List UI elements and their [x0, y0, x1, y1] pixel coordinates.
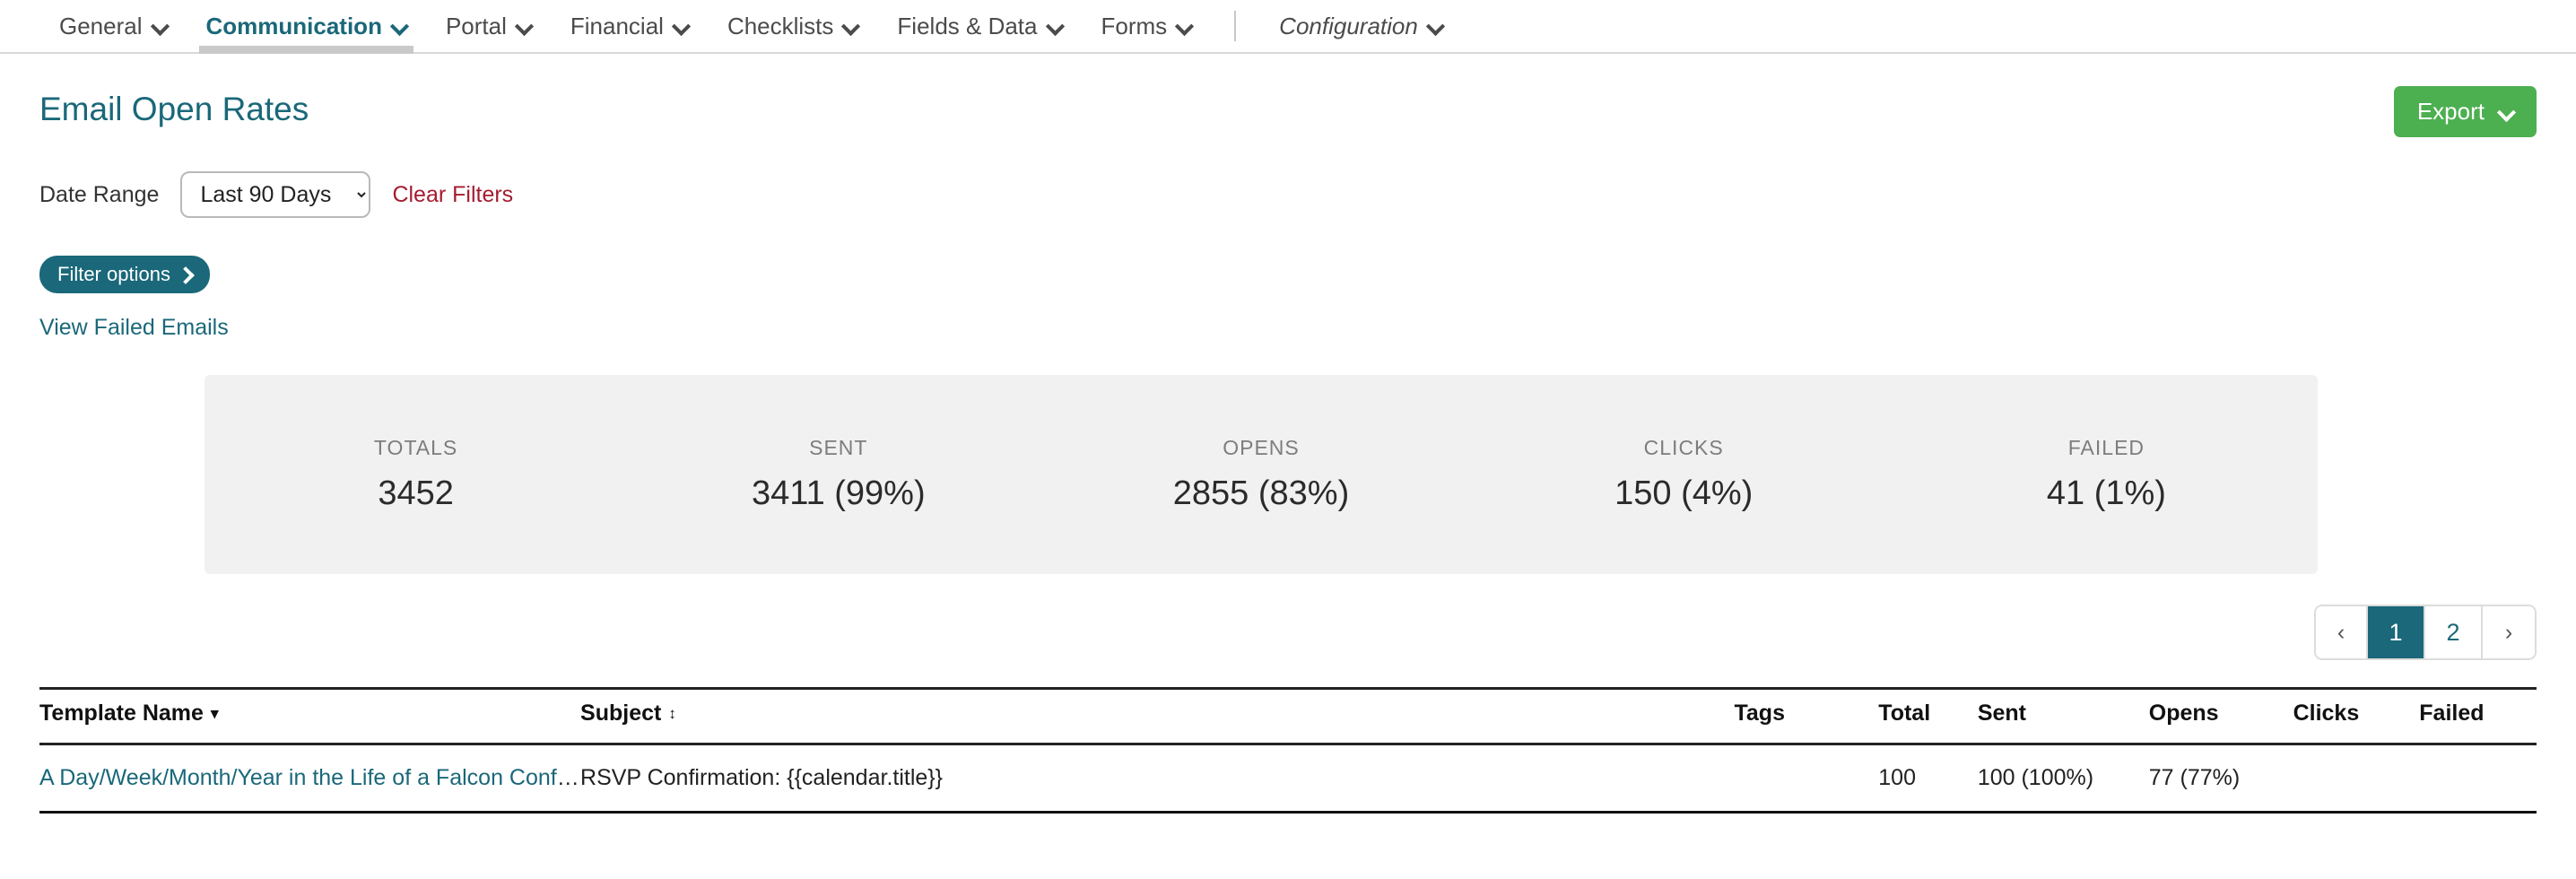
stat-value: 41 (1%)	[1895, 474, 2318, 513]
chevron-down-icon	[2499, 105, 2513, 119]
column-header-subject[interactable]: Subject ↕	[580, 689, 1266, 744]
column-header-template-name[interactable]: Template Name ▾	[39, 689, 580, 744]
nav-item-label: Configuration	[1279, 13, 1418, 40]
stat-sent: SENT 3411 (99%)	[627, 436, 1049, 513]
view-failed-emails-link[interactable]: View Failed Emails	[39, 315, 229, 341]
summary-stats-panel: TOTALS 3452 SENT 3411 (99%) OPENS 2855 (…	[205, 375, 2318, 574]
nav-item-checklists[interactable]: Checklists	[708, 0, 877, 52]
column-label: Opens	[2149, 701, 2219, 726]
column-header-tags[interactable]: Tags	[1734, 689, 1878, 744]
stat-opens: OPENS 2855 (83%)	[1049, 436, 1472, 513]
stat-label: CLICKS	[1473, 436, 1895, 460]
nav-item-label: Communication	[206, 13, 382, 40]
export-button[interactable]: Export	[2394, 86, 2537, 137]
nav-item-label: Portal	[446, 13, 507, 40]
table-row: A Day/Week/Month/Year in the Life of a F…	[39, 744, 2537, 813]
column-label: Total	[1878, 701, 1930, 726]
pagination-row: ‹ 1 2 ›	[39, 605, 2537, 660]
nav-item-financial[interactable]: Financial	[551, 0, 708, 52]
pagination-prev-button[interactable]: ‹	[2316, 606, 2368, 658]
pagination: ‹ 1 2 ›	[2314, 605, 2537, 660]
date-range-select[interactable]: Last 90 Days	[180, 171, 370, 218]
chevron-down-icon	[517, 19, 531, 33]
cell-sent: 100 (100%)	[1978, 744, 2149, 813]
column-label: Tags	[1734, 701, 1785, 726]
column-header-sent[interactable]: Sent	[1978, 689, 2149, 744]
cell-opens: 77 (77%)	[2149, 744, 2293, 813]
column-header-spacer	[1266, 689, 1735, 744]
cell-spacer	[1266, 744, 1735, 813]
export-button-label: Export	[2417, 98, 2485, 126]
cell-subject: RSVP Confirmation: {{calendar.title}}	[580, 744, 1266, 813]
chevron-down-icon	[392, 19, 406, 33]
column-header-total[interactable]: Total	[1878, 689, 1978, 744]
column-header-clicks[interactable]: Clicks	[2293, 689, 2420, 744]
nav-item-label: General	[59, 13, 143, 40]
pagination-page-2[interactable]: 2	[2425, 606, 2483, 658]
date-range-label: Date Range	[39, 182, 159, 208]
filter-options-button[interactable]: Filter options	[39, 256, 210, 293]
nav-item-label: Forms	[1101, 13, 1168, 40]
cell-total: 100	[1878, 744, 1978, 813]
page-title: Email Open Rates	[39, 91, 309, 128]
cell-failed	[2419, 744, 2537, 813]
chevron-down-icon	[152, 19, 167, 33]
nav-divider	[1234, 11, 1236, 41]
nav-item-label: Financial	[570, 13, 664, 40]
nav-item-communication[interactable]: Communication	[187, 0, 426, 52]
page-content: Email Open Rates Export Date Range Last …	[0, 54, 2576, 814]
chevron-down-icon	[674, 19, 688, 33]
stat-value: 150 (4%)	[1473, 474, 1895, 513]
column-label: Sent	[1978, 701, 2026, 726]
stat-label: OPENS	[1049, 436, 1472, 460]
sort-descending-icon: ▾	[211, 705, 219, 723]
column-header-opens[interactable]: Opens	[2149, 689, 2293, 744]
nav-item-portal[interactable]: Portal	[426, 0, 551, 52]
nav-item-forms[interactable]: Forms	[1082, 0, 1212, 52]
table-header-row: Template Name ▾ Subject ↕ Tags Total	[39, 689, 2537, 744]
clear-filters-link[interactable]: Clear Filters	[392, 182, 513, 208]
stat-totals: TOTALS 3452	[205, 436, 627, 513]
chevron-down-icon	[1177, 19, 1191, 33]
template-name-link[interactable]: A Day/Week/Month/Year in the Life of a F…	[39, 765, 580, 790]
nav-item-label: Checklists	[727, 13, 833, 40]
filter-bar: Date Range Last 90 Days Clear Filters	[39, 171, 2537, 218]
stat-clicks: CLICKS 150 (4%)	[1473, 436, 1895, 513]
column-label: Clicks	[2293, 701, 2360, 726]
stat-value: 3411 (99%)	[627, 474, 1049, 513]
pagination-page-1[interactable]: 1	[2368, 606, 2425, 658]
nav-item-label: Fields & Data	[897, 13, 1037, 40]
chevron-right-icon	[179, 268, 192, 281]
top-navigation-bar: General Communication Portal Financial C…	[0, 0, 2576, 54]
nav-item-fields-and-data[interactable]: Fields & Data	[877, 0, 1081, 52]
chevron-down-icon	[843, 19, 857, 33]
stat-value: 2855 (83%)	[1049, 474, 1472, 513]
chevron-down-icon	[1428, 19, 1442, 33]
page-header: Email Open Rates Export	[39, 54, 2537, 137]
sort-both-icon: ↕	[668, 705, 676, 723]
stat-label: FAILED	[1895, 436, 2318, 460]
stat-failed: FAILED 41 (1%)	[1895, 436, 2318, 513]
pagination-next-button[interactable]: ›	[2483, 606, 2535, 658]
column-header-failed[interactable]: Failed	[2419, 689, 2537, 744]
column-label: Subject	[580, 701, 661, 726]
cell-clicks	[2293, 744, 2420, 813]
filter-options-label: Filter options	[57, 263, 170, 286]
stat-label: SENT	[627, 436, 1049, 460]
stat-label: TOTALS	[205, 436, 627, 460]
nav-item-general[interactable]: General	[39, 0, 187, 52]
email-templates-table-wrapper: Template Name ▾ Subject ↕ Tags Total	[39, 687, 2537, 814]
cell-template-name: A Day/Week/Month/Year in the Life of a F…	[39, 744, 580, 813]
chevron-down-icon	[1048, 19, 1062, 33]
column-label: Template Name	[39, 701, 204, 726]
column-label: Failed	[2419, 701, 2484, 726]
email-templates-table: Template Name ▾ Subject ↕ Tags Total	[39, 687, 2537, 814]
stat-value: 3452	[205, 474, 627, 513]
cell-tags	[1734, 744, 1878, 813]
nav-item-configuration[interactable]: Configuration	[1259, 0, 1462, 52]
